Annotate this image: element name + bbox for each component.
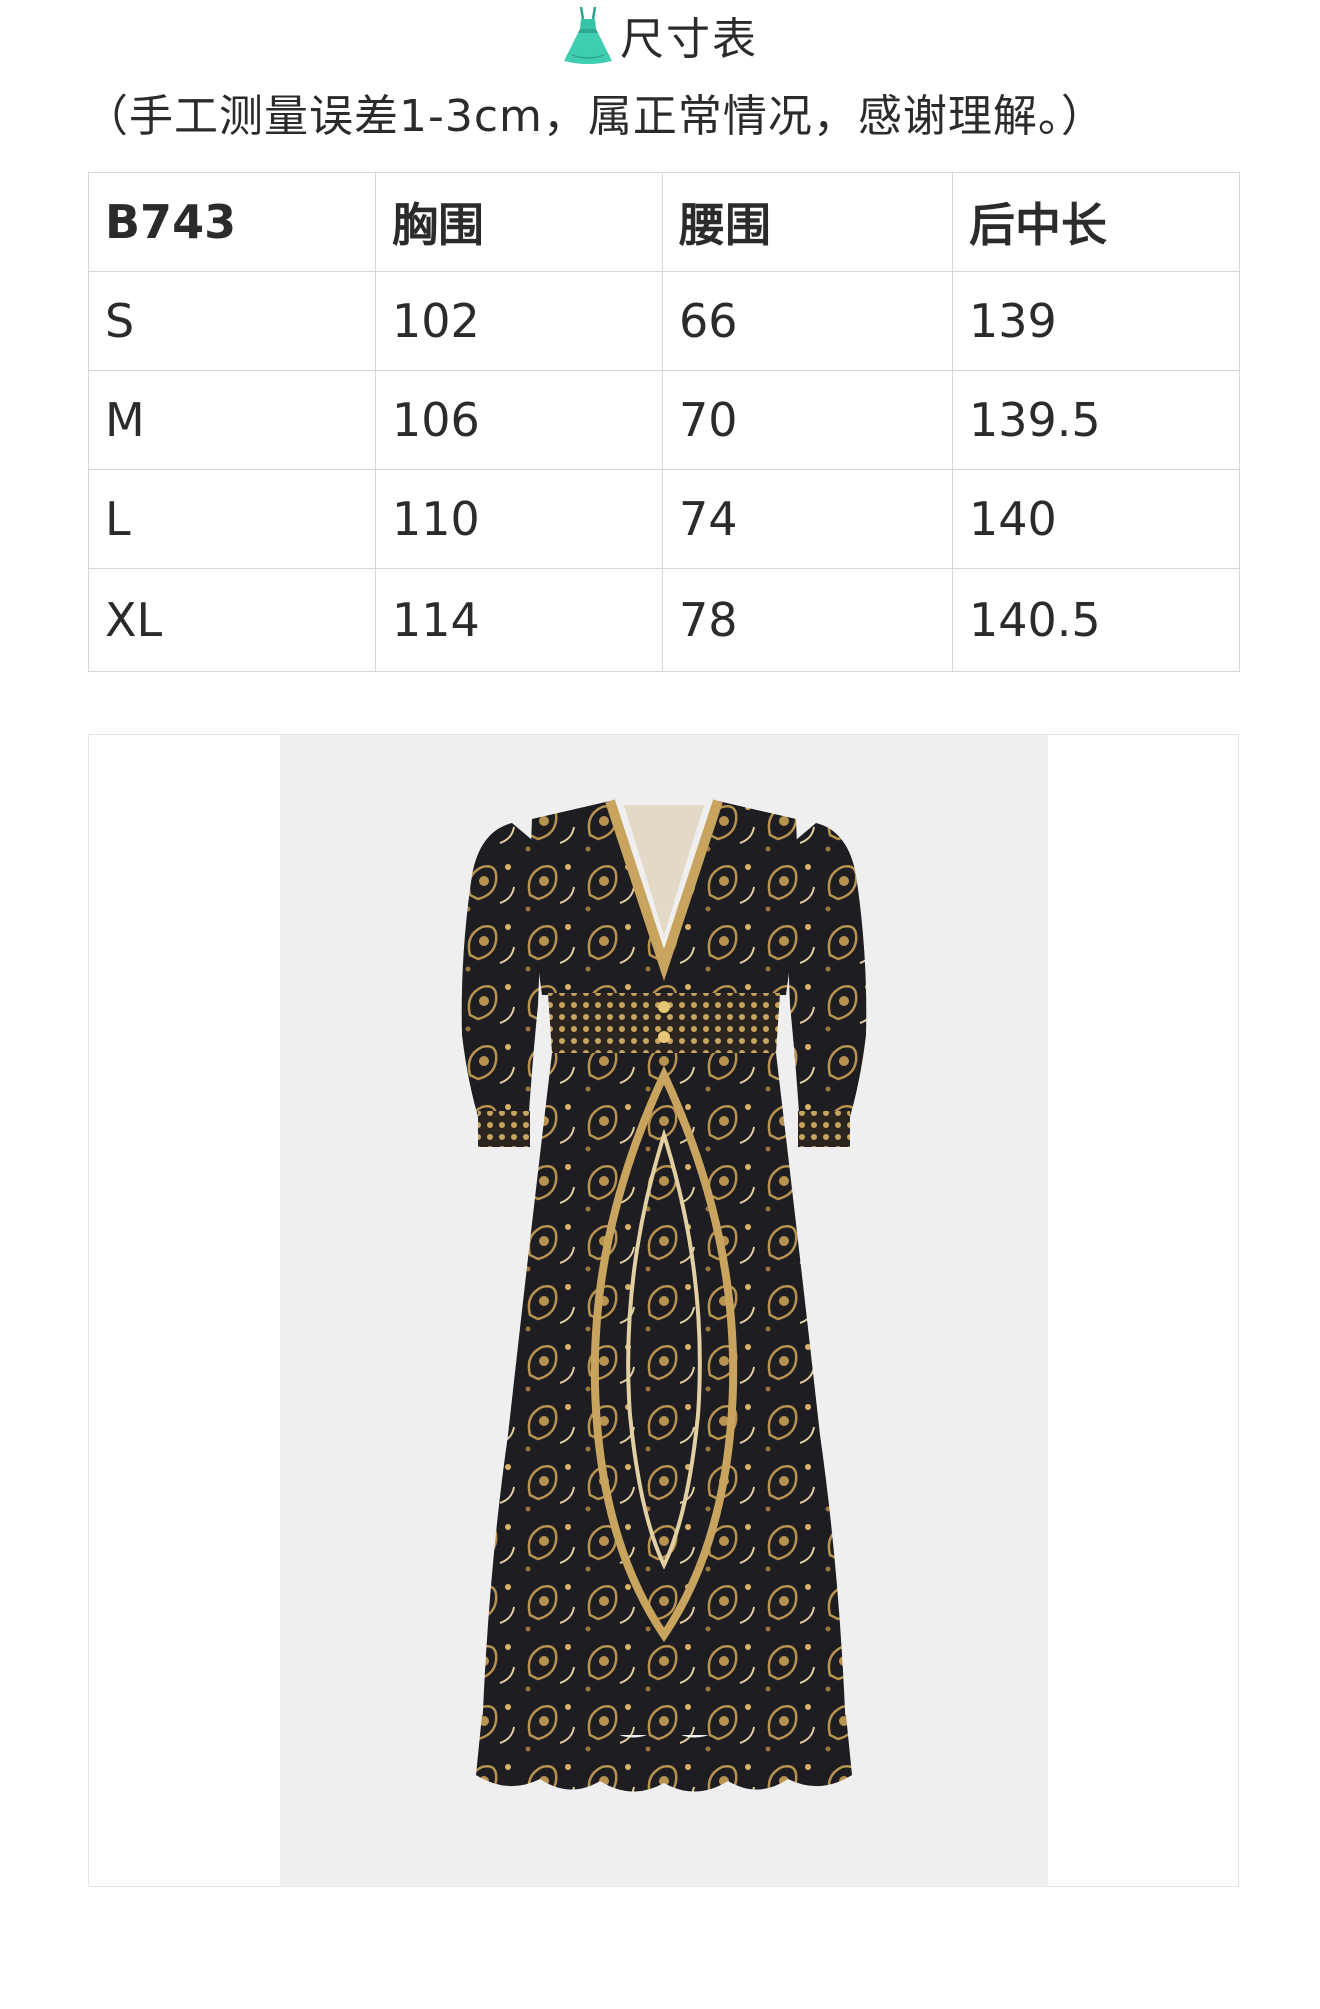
cell-waist: 78 [662, 568, 953, 672]
size-table: B743 胸围 腰围 后中长 S 102 66 139 M 106 70 139… [88, 172, 1240, 672]
page-title: 尺寸表 [620, 14, 758, 65]
cell-size: S [88, 271, 376, 371]
cell-length: 139 [952, 271, 1240, 371]
cell-waist: 74 [662, 469, 953, 569]
cell-bust: 114 [375, 568, 663, 672]
measurement-note: （手工测量误差1-3cm，属正常情况，感谢理解。） [84, 91, 1106, 142]
header-cell-model: B743 [88, 172, 376, 272]
header-cell-bust: 胸围 [375, 172, 663, 272]
table-row: S 102 66 139 [88, 271, 1240, 371]
header-cell-length: 后中长 [952, 172, 1240, 272]
cell-length: 139.5 [952, 370, 1240, 470]
table-row: L 110 74 140 [88, 469, 1240, 569]
cell-size: XL [88, 568, 376, 672]
cell-length: 140.5 [952, 568, 1240, 672]
cell-bust: 110 [375, 469, 663, 569]
table-header-row: B743 胸围 腰围 后中长 [88, 172, 1240, 272]
dress-icon [562, 5, 614, 65]
header-cell-waist: 腰围 [662, 172, 953, 272]
cell-waist: 70 [662, 370, 953, 470]
cell-size: M [88, 370, 376, 470]
page-header: 尺寸表 [0, 4, 1320, 66]
cell-length: 140 [952, 469, 1240, 569]
dress-photo [280, 735, 1048, 1886]
table-row: M 106 70 139.5 [88, 370, 1240, 470]
product-photo-frame [88, 734, 1239, 1887]
cell-size: L [88, 469, 376, 569]
table-row: XL 114 78 140.5 [88, 568, 1240, 672]
cell-waist: 66 [662, 271, 953, 371]
cell-bust: 106 [375, 370, 663, 470]
cell-bust: 102 [375, 271, 663, 371]
